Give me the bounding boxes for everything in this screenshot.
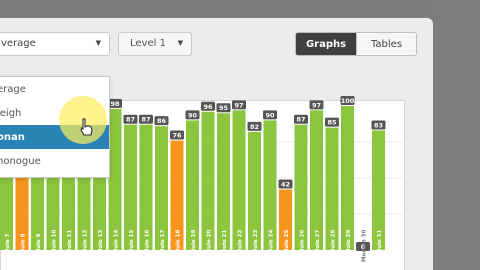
chart-bar[interactable] <box>217 113 230 250</box>
chart-bar[interactable] <box>341 106 354 250</box>
data-label: 90 <box>185 110 200 120</box>
tick-label: Module 26 <box>300 230 306 262</box>
data-label: 83 <box>371 120 386 130</box>
tick-label: Module 8 <box>21 233 27 262</box>
svg-text:96: 96 <box>203 103 213 111</box>
data-label: 86 <box>154 116 169 126</box>
tick-label: Module 7 <box>5 233 11 262</box>
data-label: 87 <box>294 114 308 124</box>
tick-label: Module 16 <box>145 230 151 262</box>
tick-label: Module 12 <box>83 230 89 262</box>
data-label: 76 <box>170 130 184 140</box>
chart-bar[interactable] <box>201 111 215 250</box>
data-label: 100 <box>340 96 355 105</box>
tick-label: Module 14 <box>114 230 120 262</box>
tick-label: Module 25 <box>284 230 290 262</box>
svg-text:87: 87 <box>141 116 150 124</box>
data-label: 42 <box>278 179 293 189</box>
tick-label: Module 30 <box>362 230 368 262</box>
tick-label: Module 9 <box>36 233 42 262</box>
svg-text:87: 87 <box>296 116 305 124</box>
data-label: 95 <box>216 103 231 113</box>
menu-item-donoghue[interactable]: nonogue <box>0 149 109 173</box>
tick-label: Module 23 <box>253 230 259 262</box>
tick-label: Module 15 <box>129 230 135 262</box>
data-label: 87 <box>123 114 138 124</box>
tick-label: Module 13 <box>98 230 104 262</box>
svg-text:97: 97 <box>234 101 243 109</box>
svg-text:83: 83 <box>374 121 383 129</box>
tick-label: Module 17 <box>160 230 166 262</box>
tick-label: Module 19 <box>191 230 197 262</box>
tick-label: Module 18 <box>176 230 182 262</box>
chart-bar[interactable] <box>108 108 122 250</box>
data-label: 96 <box>201 101 215 111</box>
window-backdrop-right <box>433 0 480 270</box>
data-label: 98 <box>108 98 122 108</box>
svg-text:98: 98 <box>110 100 120 108</box>
svg-text:97: 97 <box>312 101 321 109</box>
svg-text:85: 85 <box>327 119 337 127</box>
svg-text:87: 87 <box>126 116 135 124</box>
tick-label: Module 29 <box>346 230 352 262</box>
tick-label: Module 31 <box>377 230 383 262</box>
data-label: 97 <box>232 100 246 110</box>
svg-text:76: 76 <box>172 132 182 140</box>
tick-label: Module 21 <box>222 230 228 262</box>
svg-text:100: 100 <box>341 97 355 105</box>
tick-label: Module 24 <box>269 230 275 262</box>
tick-label: Module 11 <box>67 230 73 262</box>
svg-text:42: 42 <box>281 181 290 189</box>
chart-bar[interactable] <box>232 110 246 250</box>
data-label: 85 <box>325 117 339 127</box>
svg-text:90: 90 <box>188 111 198 119</box>
data-label: 82 <box>247 121 262 131</box>
svg-text:95: 95 <box>219 104 229 112</box>
svg-text:90: 90 <box>265 111 275 119</box>
tick-label: Module 28 <box>331 230 337 262</box>
svg-text:82: 82 <box>250 123 259 131</box>
hand-cursor-icon <box>80 118 93 136</box>
tick-label: Module 27 <box>315 230 321 262</box>
svg-text:86: 86 <box>157 117 167 125</box>
data-label: 90 <box>263 110 277 120</box>
tick-label: Module 20 <box>207 230 213 262</box>
chart-bar[interactable] <box>310 110 323 250</box>
tick-label: Module 10 <box>52 230 58 262</box>
data-label: 87 <box>139 114 153 124</box>
report-panel: verage ▼ Level 1 ▼ Graphs Tables Module … <box>0 18 433 270</box>
tick-label: Module 22 <box>238 230 244 262</box>
data-label: 97 <box>309 100 324 110</box>
